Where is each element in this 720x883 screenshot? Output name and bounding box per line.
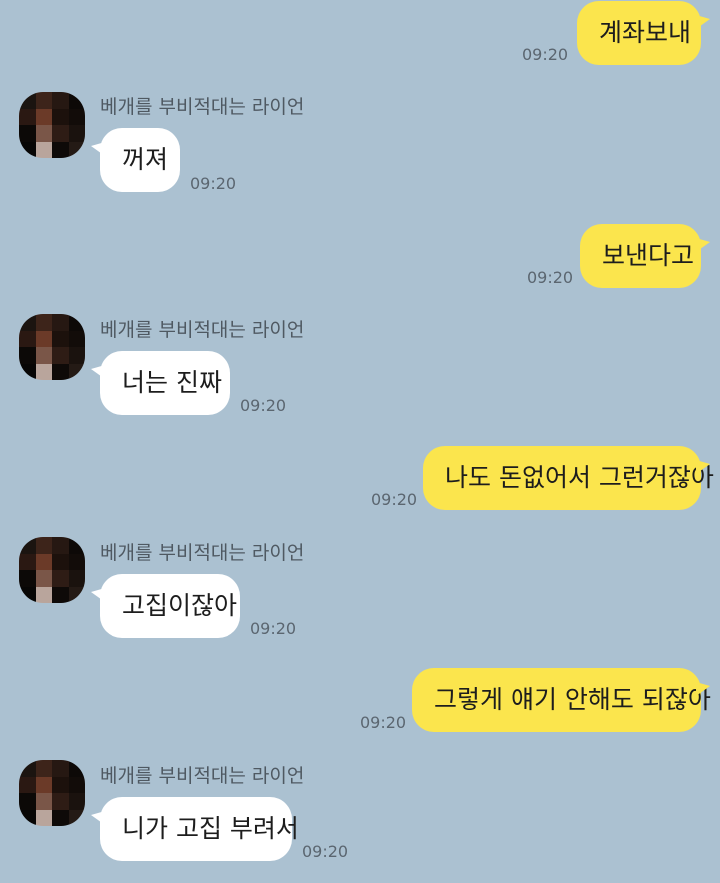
received-message-bubble[interactable]: 너는 진짜: [91, 351, 230, 415]
sender-name: 베개를 부비적대는 라이언: [100, 319, 305, 341]
message-timestamp: 09:20: [250, 619, 297, 638]
message-timestamp: 09:20: [240, 396, 287, 415]
sender-name: 베개를 부비적대는 라이언: [100, 96, 305, 118]
sent-message-bubble[interactable]: 계좌보내: [577, 1, 710, 65]
sent-message-bubble[interactable]: 나도 돈없어서 그런거잖아: [423, 446, 714, 510]
message-timestamp: 09:20: [371, 490, 418, 509]
sender-name: 베개를 부비적대는 라이언: [100, 765, 305, 787]
sender-name: 베개를 부비적대는 라이언: [100, 542, 305, 564]
sent-message-bubble[interactable]: 그렇게 얘기 안해도 되잖아: [412, 668, 711, 732]
received-message-bubble[interactable]: 니가 고집 부려서: [91, 797, 299, 861]
received-message-bubble[interactable]: 고집이잖아: [91, 574, 240, 638]
contact-avatar[interactable]: [19, 760, 85, 826]
contact-avatar[interactable]: [19, 537, 85, 603]
sent-message-bubble[interactable]: 보낸다고: [580, 224, 710, 288]
message-timestamp: 09:20: [302, 842, 349, 861]
message-timestamp: 09:20: [190, 174, 237, 193]
message-timestamp: 09:20: [360, 713, 407, 732]
message-timestamp: 09:20: [527, 268, 574, 287]
message-timestamp: 09:20: [522, 45, 569, 64]
contact-avatar[interactable]: [19, 92, 85, 158]
contact-avatar[interactable]: [19, 314, 85, 380]
received-message-bubble[interactable]: 꺼져: [91, 128, 180, 192]
